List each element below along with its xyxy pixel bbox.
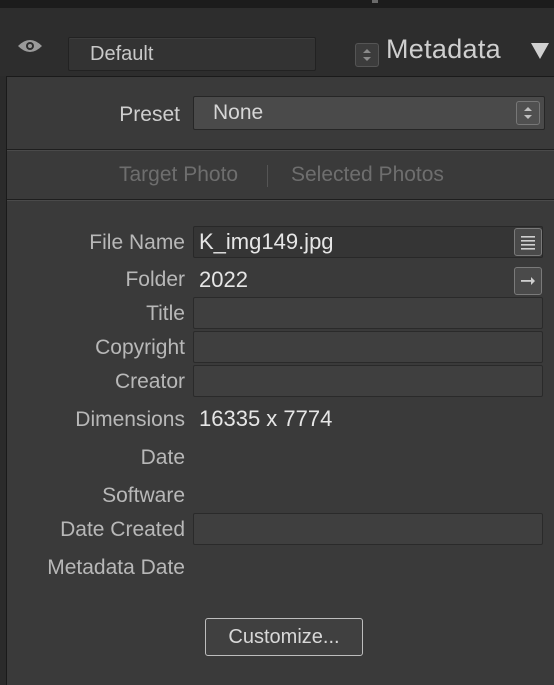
selected-photos-tab[interactable]: Selected Photos [291, 163, 444, 187]
preset-label: Preset [119, 103, 180, 126]
toggle-divider [267, 165, 268, 187]
copyright-input[interactable] [193, 331, 543, 363]
date-created-input[interactable] [193, 513, 543, 545]
top-edge [0, 0, 554, 8]
view-preset-select[interactable]: Default [68, 37, 379, 71]
software-label: Software [102, 484, 185, 507]
file-name-value[interactable]: K_img149.jpg [199, 229, 334, 255]
target-photo-tab[interactable]: Target Photo [119, 163, 238, 187]
target-toggle: Target Photo Selected Photos [7, 151, 554, 199]
list-icon[interactable] [514, 228, 542, 256]
title-input[interactable] [193, 297, 543, 329]
up-down-arrows-icon[interactable] [516, 101, 540, 125]
arrow-right-icon[interactable] [514, 267, 542, 295]
top-edge-marker [372, 0, 378, 3]
view-preset-value: Default [90, 43, 154, 65]
date-created-label: Date Created [60, 518, 185, 541]
triangle-down-icon[interactable] [530, 42, 550, 65]
metadata-preset-dropdown[interactable]: None [193, 96, 545, 130]
creator-label: Creator [114, 370, 185, 393]
date-label: Date [140, 446, 185, 469]
dimensions-label: Dimensions [75, 408, 185, 431]
up-down-arrows-icon[interactable] [355, 43, 379, 67]
preset-row: Preset None [7, 77, 554, 149]
folder-label: Folder [125, 268, 185, 291]
panel-title[interactable]: Metadata [386, 34, 501, 65]
metadata-panel: Preset None Target Photo Selected Photos… [6, 76, 554, 685]
customize-button[interactable]: Customize... [205, 618, 363, 656]
file-name-label: File Name [89, 231, 185, 254]
divider [7, 200, 554, 201]
folder-value: 2022 [199, 267, 248, 292]
creator-input[interactable] [193, 365, 543, 397]
metadata-date-label: Metadata Date [47, 556, 185, 579]
dimensions-value: 16335 x 7774 [199, 406, 333, 431]
eye-icon[interactable] [17, 38, 43, 54]
metadata-preset-value: None [213, 101, 264, 124]
panel-header: Default Metadata [0, 8, 554, 76]
copyright-label: Copyright [95, 336, 185, 359]
title-label: Title [146, 302, 185, 325]
